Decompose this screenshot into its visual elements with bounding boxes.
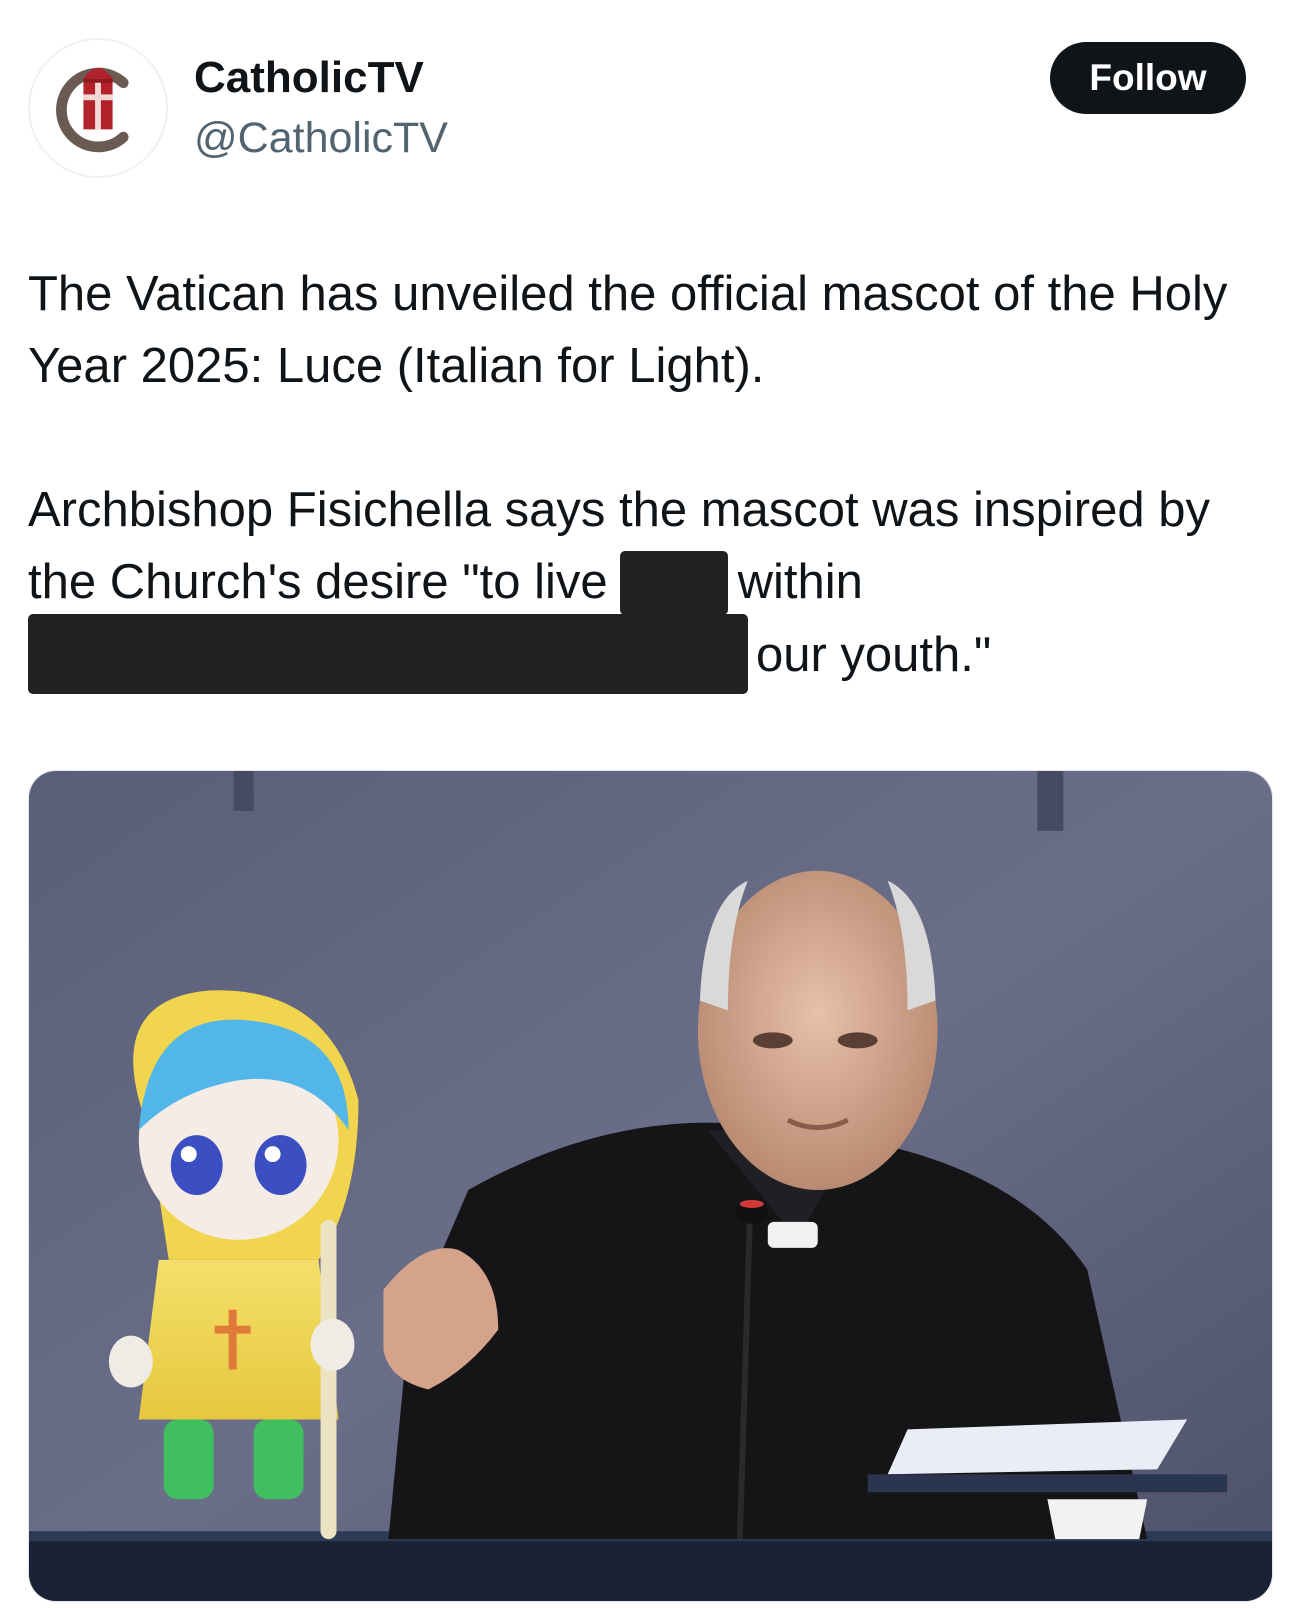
tweet-paragraph-1: The Vatican has unveiled the official ma… <box>28 267 1228 393</box>
avatar[interactable] <box>28 38 168 178</box>
display-name[interactable]: CatholicTV <box>194 50 424 106</box>
follow-button[interactable]: Follow <box>1050 42 1246 114</box>
photo-scene <box>29 771 1272 1601</box>
redaction-block <box>619 551 728 616</box>
account-handle[interactable]: @CatholicTV <box>194 110 448 166</box>
redaction-block <box>28 614 748 694</box>
tweet-text: The Vatican has unveiled the official ma… <box>28 258 1268 698</box>
catholictv-logo-icon <box>56 67 129 153</box>
tweet-paragraph-2: Archbishop Fisichella says the mascot wa… <box>28 474 1268 698</box>
tweet-text-segment: Archbishop Fisichella says the mascot wa… <box>28 483 1210 609</box>
tweet-header: CatholicTV @CatholicTV Follow <box>0 0 1290 200</box>
tweet-text-segment: within <box>737 555 863 609</box>
tweet-photo[interactable] <box>28 770 1273 1602</box>
tweet-text-segment: our youth." <box>756 627 992 682</box>
